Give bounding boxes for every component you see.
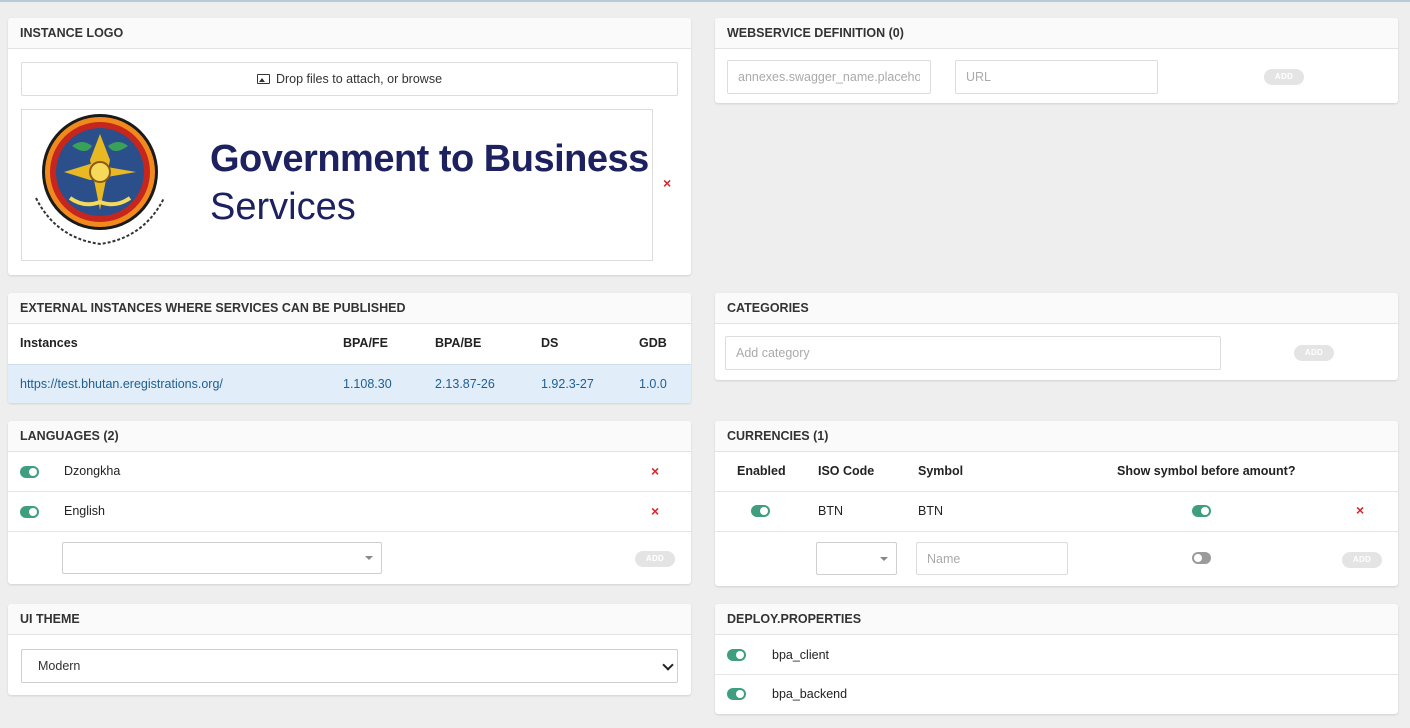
instance-logo-title: INSTANCE LOGO [8, 18, 691, 49]
column-header-gdb: GDB [639, 336, 667, 350]
divider [8, 531, 691, 532]
deploy-property-toggle[interactable] [727, 649, 746, 661]
logo-preview: Government to Business Services [21, 109, 653, 261]
logo-text-line2: Services [210, 186, 356, 228]
bpa-be-version: 2.13.87-26 [435, 377, 495, 391]
column-header-symbol: Symbol [918, 464, 964, 478]
column-header-bpa-be: BPA/BE [435, 336, 482, 350]
column-header-instances: Instances [20, 336, 78, 350]
currency-symbol: BTN [918, 504, 943, 518]
deploy-properties-card: DEPLOY.PROPERTIES bpa_client bpa_backend [715, 604, 1398, 714]
swagger-name-input[interactable] [727, 60, 931, 94]
languages-card: LANGUAGES (2) Dzongkha × English × ADD [8, 421, 691, 584]
add-language-button[interactable]: ADD [635, 551, 675, 567]
ds-version: 1.92.3-27 [541, 377, 594, 391]
add-category-input[interactable] [725, 336, 1221, 370]
divider [715, 491, 1398, 492]
column-header-enabled: Enabled [737, 464, 786, 478]
external-instances-card: EXTERNAL INSTANCES WHERE SERVICES CAN BE… [8, 293, 691, 403]
divider [8, 491, 691, 492]
table-row[interactable]: https://test.bhutan.eregistrations.org/ … [8, 364, 691, 403]
url-input[interactable] [955, 60, 1158, 94]
remove-logo-icon[interactable]: × [663, 175, 671, 191]
deploy-property-toggle[interactable] [727, 688, 746, 700]
add-category-button[interactable]: ADD [1294, 345, 1334, 361]
emblem-icon [35, 114, 165, 246]
divider [715, 674, 1398, 675]
languages-title: LANGUAGES (2) [8, 421, 691, 452]
external-instances-title: EXTERNAL INSTANCES WHERE SERVICES CAN BE… [8, 293, 691, 324]
logo-text-line1: Government to Business [210, 138, 649, 180]
add-webservice-button[interactable]: ADD [1264, 69, 1304, 85]
currency-iso-code: BTN [818, 504, 843, 518]
currency-enabled-toggle[interactable] [751, 505, 770, 517]
instance-logo-card: INSTANCE LOGO Drop files to attach, or b… [8, 18, 691, 275]
column-header-ds: DS [541, 336, 559, 350]
new-symbol-before-toggle[interactable] [1192, 552, 1211, 564]
language-select[interactable] [62, 542, 382, 574]
currency-name-input[interactable] [916, 542, 1068, 575]
add-currency-button[interactable]: ADD [1342, 552, 1382, 568]
column-header-bpa-fe: BPA/FE [343, 336, 388, 350]
dropzone-label: Drop files to attach, or browse [275, 72, 443, 86]
ui-theme-card: UI THEME Modern [8, 604, 691, 695]
language-name: English [64, 504, 105, 518]
language-name: Dzongkha [64, 464, 121, 478]
language-toggle[interactable] [20, 466, 39, 478]
bpa-fe-version: 1.108.30 [343, 377, 392, 391]
currencies-title: CURRENCIES (1) [715, 421, 1398, 452]
deploy-property-name: bpa_backend [772, 687, 848, 701]
categories-title: CATEGORIES [715, 293, 1398, 324]
categories-card: CATEGORIES ADD [715, 293, 1398, 380]
chevron-down-icon [880, 557, 888, 561]
symbol-before-toggle[interactable] [1192, 505, 1211, 517]
webservice-title: WEBSERVICE DEFINITION (0) [715, 18, 1398, 49]
divider [715, 531, 1398, 532]
theme-select[interactable]: Modern [21, 649, 678, 683]
column-header-symbol-before: Show symbol before amount? [1117, 464, 1296, 478]
chevron-down-icon [365, 556, 373, 560]
image-icon [256, 74, 270, 84]
deploy-property-name: bpa_client [772, 648, 829, 662]
theme-selected-value: Modern [38, 659, 81, 673]
remove-language-icon[interactable]: × [651, 503, 659, 519]
file-dropzone[interactable]: Drop files to attach, or browse [21, 62, 678, 96]
remove-currency-icon[interactable]: × [1356, 502, 1364, 518]
gdb-version: 1.0.0 [639, 377, 667, 391]
deploy-properties-title: DEPLOY.PROPERTIES [715, 604, 1398, 635]
column-header-iso-code: ISO Code [818, 464, 875, 478]
currencies-card: CURRENCIES (1) Enabled ISO Code Symbol S… [715, 421, 1398, 586]
remove-language-icon[interactable]: × [651, 463, 659, 479]
webservice-definition-card: WEBSERVICE DEFINITION (0) ADD [715, 18, 1398, 103]
ui-theme-title: UI THEME [8, 604, 691, 635]
chevron-down-icon [662, 659, 674, 671]
language-toggle[interactable] [20, 506, 39, 518]
iso-code-select[interactable] [816, 542, 897, 575]
instance-url-link[interactable]: https://test.bhutan.eregistrations.org/ [20, 377, 223, 391]
